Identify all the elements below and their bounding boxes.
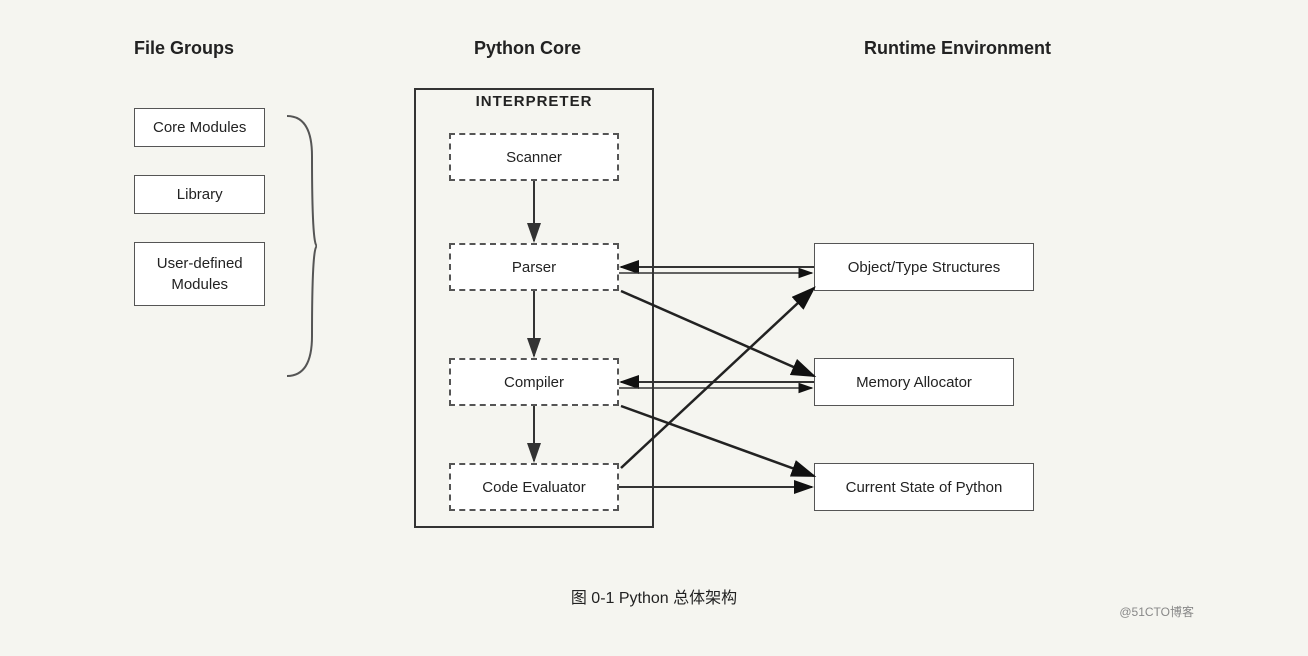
caption: 图 0-1 Python 总体架构 xyxy=(104,584,1204,608)
file-groups-list: Core Modules Library User-definedModules xyxy=(134,108,265,306)
mem-alloc-box: Memory Allocator xyxy=(814,358,1014,406)
library-box: Library xyxy=(134,175,265,214)
core-modules-box: Core Modules xyxy=(134,108,265,147)
parser-box: Parser xyxy=(449,243,619,291)
arrows-svg xyxy=(104,28,1204,628)
scanner-box: Scanner xyxy=(449,133,619,181)
user-defined-box: User-definedModules xyxy=(134,242,265,306)
file-groups-header: File Groups xyxy=(134,38,234,59)
python-core-header: Python Core xyxy=(474,38,581,59)
curr-state-box: Current State of Python xyxy=(814,463,1034,511)
compiler-box: Compiler xyxy=(449,358,619,406)
runtime-header: Runtime Environment xyxy=(864,38,1051,59)
evaluator-box: Code Evaluator xyxy=(449,463,619,511)
watermark: @51CTO博客 xyxy=(1119,603,1194,620)
diagram-container: File Groups Python Core Runtime Environm… xyxy=(104,28,1204,628)
interpreter-label: INTERPRETER xyxy=(414,93,654,110)
obj-type-box: Object/Type Structures xyxy=(814,243,1034,291)
brace-svg xyxy=(282,106,322,386)
